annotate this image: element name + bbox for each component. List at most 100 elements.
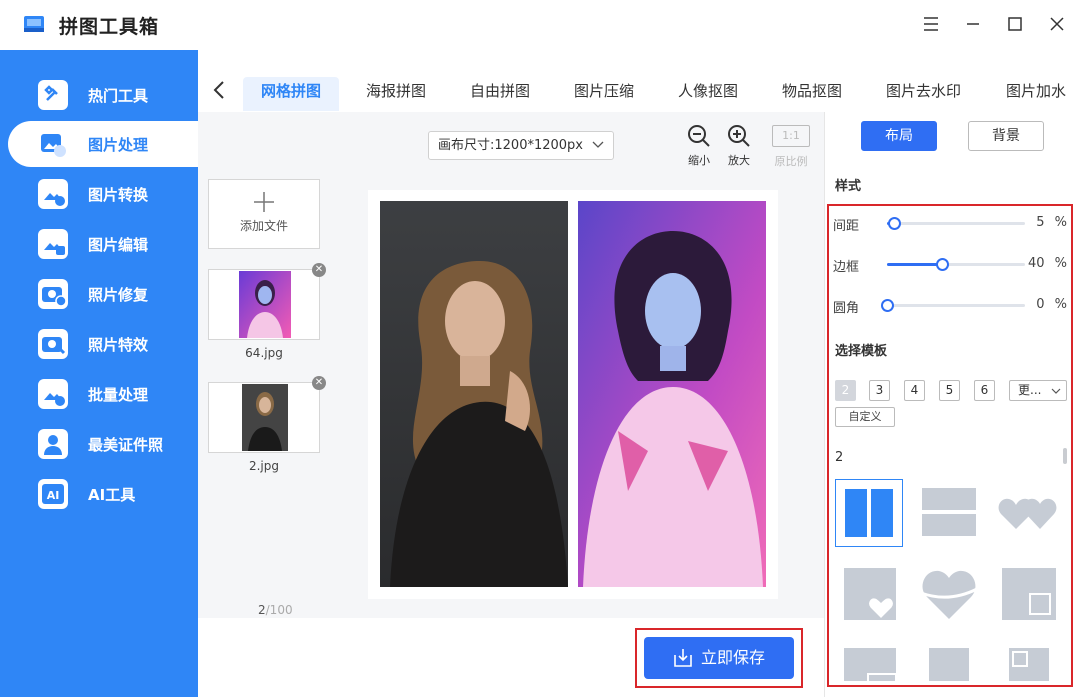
photo-effects-icon xyxy=(38,329,68,359)
count-5-button[interactable]: 5 xyxy=(939,380,960,401)
remove-file-icon[interactable]: ✕ xyxy=(312,263,326,277)
app-logo-icon xyxy=(24,16,44,32)
sidebar-item-image-edit[interactable]: 图片编辑 xyxy=(8,221,208,267)
zoom-out-icon xyxy=(688,125,710,147)
more-counts-dropdown[interactable]: 更... xyxy=(1009,380,1067,401)
count-6-button[interactable]: 6 xyxy=(974,380,995,401)
collage-photo-right[interactable] xyxy=(578,201,766,587)
page-counter: 2/100 xyxy=(258,603,293,617)
template-group-label: 2 xyxy=(835,450,844,465)
sidebar-item-ai-tools[interactable]: AI AI工具 xyxy=(8,471,208,517)
tab-poster-collage[interactable]: 海报拼图 xyxy=(366,77,426,111)
file-thumb-64[interactable]: ✕ xyxy=(208,263,326,340)
maximize-icon[interactable] xyxy=(1004,13,1026,35)
heart-split-icon xyxy=(920,570,978,619)
slider-track[interactable] xyxy=(887,217,1025,230)
original-ratio-button[interactable]: 1:1 原比例 xyxy=(770,124,812,174)
spacing-slider[interactable]: 间距 5 % xyxy=(833,213,1067,234)
two-columns-icon xyxy=(845,489,893,537)
corner-radius-slider[interactable]: 圆角 0 % xyxy=(833,295,1067,316)
minimize-icon[interactable] xyxy=(962,13,984,35)
file-thumb-2[interactable]: ✕ xyxy=(208,376,326,453)
slider-track[interactable] xyxy=(887,258,1025,271)
tab-layout[interactable]: 布局 xyxy=(861,121,937,151)
slider-value: 40 % xyxy=(1027,256,1067,271)
settings-panel: 布局 背景 样式 间距 5 % 边框 40 % 圆角 0 % 选择模板 2 3 … xyxy=(824,112,1076,697)
style-title: 样式 xyxy=(835,179,862,194)
image-convert-icon xyxy=(38,179,68,209)
close-icon[interactable] xyxy=(1046,13,1068,35)
template-corner-inset[interactable] xyxy=(995,639,1063,681)
menu-icon[interactable] xyxy=(920,13,942,35)
sidebar-item-id-photo[interactable]: 最美证件照 xyxy=(8,421,208,467)
tab-remove-watermark[interactable]: 图片去水印 xyxy=(886,77,961,111)
tool-tabs: 网格拼图 海报拼图 自由拼图 图片压缩 人像抠图 物品抠图 图片去水印 图片加水 xyxy=(198,50,1076,112)
template-heart-inset[interactable] xyxy=(835,559,903,627)
image-process-icon xyxy=(38,129,68,159)
tab-free-collage[interactable]: 自由拼图 xyxy=(470,77,530,111)
scrollbar[interactable] xyxy=(1063,448,1067,464)
slider-handle[interactable] xyxy=(888,217,901,230)
sidebar-item-batch[interactable]: 批量处理 xyxy=(8,371,208,417)
border-slider[interactable]: 边框 40 % xyxy=(833,254,1067,275)
download-icon xyxy=(674,649,692,667)
save-button[interactable]: 立即保存 xyxy=(644,637,794,679)
corner-inset-icon xyxy=(1009,648,1049,681)
template-single-block[interactable] xyxy=(915,639,983,681)
count-3-button[interactable]: 3 xyxy=(869,380,890,401)
count-4-button[interactable]: 4 xyxy=(904,380,925,401)
slider-handle[interactable] xyxy=(936,258,949,271)
file-name: 2.jpg xyxy=(248,459,280,473)
sidebar-item-image-convert[interactable]: 图片转换 xyxy=(8,171,208,217)
template-bottom-inset[interactable] xyxy=(835,639,903,681)
slider-value: 0 % xyxy=(1036,297,1067,312)
custom-template-button[interactable]: 自定义 xyxy=(835,407,895,427)
template-heart-split[interactable] xyxy=(915,559,983,627)
tab-grid-collage[interactable]: 网格拼图 xyxy=(243,77,340,111)
bottom-bar: 立即保存 xyxy=(198,618,824,697)
batch-icon xyxy=(38,379,68,409)
slider-track[interactable] xyxy=(881,299,1025,312)
zoom-in-button[interactable]: 放大 xyxy=(719,124,759,174)
canvas-size-select[interactable]: 画布尺寸:1200*1200px xyxy=(428,131,614,160)
single-block-icon xyxy=(929,648,969,681)
remove-file-icon[interactable]: ✕ xyxy=(312,376,326,390)
tab-image-compress[interactable]: 图片压缩 xyxy=(574,77,634,111)
slider-fill xyxy=(887,263,942,266)
canvas-size-value: 画布尺寸:1200*1200px xyxy=(438,138,583,153)
save-highlight-box: 立即保存 xyxy=(635,628,803,688)
chevron-left-icon[interactable] xyxy=(210,78,230,102)
thumbnail-image xyxy=(239,271,291,338)
zoom-in-icon xyxy=(728,125,750,147)
tab-background[interactable]: 背景 xyxy=(968,121,1044,151)
count-2-button[interactable]: 2 xyxy=(835,380,856,401)
plus-icon xyxy=(254,192,274,212)
template-two-rows[interactable] xyxy=(915,479,983,547)
file-name: 64.jpg xyxy=(245,346,283,360)
tab-object-cutout[interactable]: 物品抠图 xyxy=(782,77,842,111)
zoom-out-button[interactable]: 缩小 xyxy=(679,124,719,174)
sidebar: 热门工具 图片处理 图片转换 图片编辑 照片修复 照片特效 批量处理 最美证件照… xyxy=(0,50,208,697)
add-file-label: 添加文件 xyxy=(239,219,288,233)
ratio-icon: 1:1 xyxy=(772,125,810,147)
tab-add-watermark[interactable]: 图片加水 xyxy=(1006,77,1066,111)
image-edit-icon xyxy=(38,229,68,259)
template-title: 选择模板 xyxy=(835,344,888,359)
workspace: 画布尺寸:1200*1200px 缩小 放大 1:1 原比例 添加文件 ✕ 64… xyxy=(198,112,824,618)
app-title: 拼图工具箱 xyxy=(59,16,160,38)
square-inset-icon xyxy=(1002,568,1056,620)
add-file-button[interactable]: 添加文件 xyxy=(208,179,320,249)
template-square-inset[interactable] xyxy=(995,559,1063,627)
sidebar-item-hot-tools[interactable]: 热门工具 xyxy=(8,72,208,118)
sidebar-item-image-process[interactable]: 图片处理 xyxy=(8,121,208,167)
template-two-hearts[interactable] xyxy=(995,479,1063,547)
sidebar-item-photo-effects[interactable]: 照片特效 xyxy=(8,321,208,367)
svg-text:AI: AI xyxy=(47,489,60,502)
template-two-columns[interactable] xyxy=(835,479,903,547)
tab-portrait-cutout[interactable]: 人像抠图 xyxy=(678,77,738,111)
slider-handle[interactable] xyxy=(881,299,894,312)
chevron-down-icon xyxy=(1051,388,1061,394)
collage-canvas[interactable] xyxy=(368,190,778,599)
sidebar-item-photo-repair[interactable]: 照片修复 xyxy=(8,271,208,317)
collage-photo-left[interactable] xyxy=(380,201,568,587)
